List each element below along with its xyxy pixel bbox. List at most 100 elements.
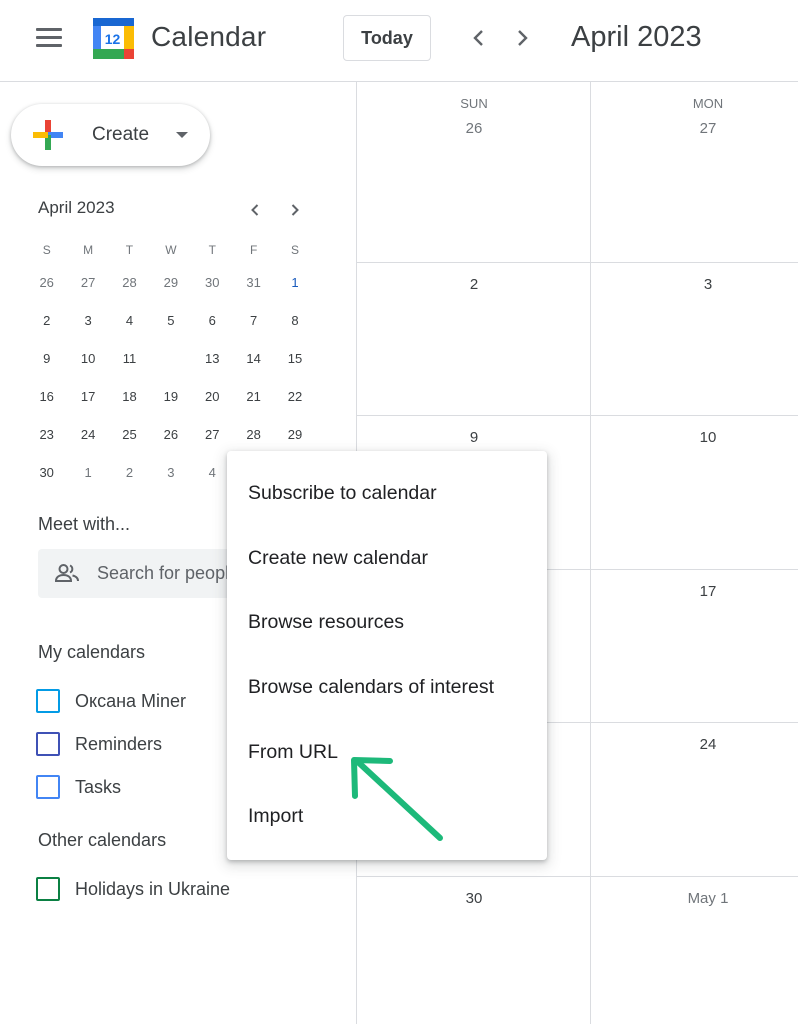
weekday-label: F bbox=[249, 243, 258, 257]
month-day-cell[interactable]: 2 bbox=[434, 276, 514, 293]
day-name-sun: SUN bbox=[460, 96, 488, 111]
mini-chevron-right-icon[interactable] bbox=[285, 200, 305, 220]
weekday-label: M bbox=[83, 243, 94, 257]
mini-day-26[interactable]: 26 bbox=[150, 419, 191, 451]
day-name-mon: MON bbox=[692, 96, 724, 111]
month-day-cell[interactable]: 27 bbox=[668, 120, 748, 137]
row-divider bbox=[357, 415, 798, 416]
calendar-checkbox[interactable] bbox=[36, 877, 60, 901]
column-divider bbox=[590, 82, 591, 1024]
month-day-cell[interactable]: 10 bbox=[668, 429, 748, 446]
mini-day-adjacent-31[interactable]: 31 bbox=[233, 267, 274, 299]
mini-day-8[interactable]: 8 bbox=[274, 305, 315, 337]
mini-day-15[interactable]: 15 bbox=[274, 343, 315, 375]
mini-day-28[interactable]: 28 bbox=[233, 419, 274, 451]
mini-day-9[interactable]: 9 bbox=[26, 343, 67, 375]
weekday-label: S bbox=[291, 243, 300, 257]
mini-day-25[interactable]: 25 bbox=[109, 419, 150, 451]
mini-day-14[interactable]: 14 bbox=[233, 343, 274, 375]
mini-day-adjacent-27[interactable]: 27 bbox=[67, 267, 108, 299]
calendar-item-holidays-in-ukraine[interactable]: Holidays in Ukraine bbox=[36, 876, 230, 902]
main-menu-icon[interactable] bbox=[36, 28, 62, 48]
row-divider bbox=[357, 262, 798, 263]
mini-calendar-title: April 2023 bbox=[38, 198, 115, 217]
create-label: Create bbox=[92, 124, 150, 145]
search-people-placeholder: Search for people bbox=[97, 563, 240, 583]
chevron-right-icon[interactable] bbox=[510, 26, 534, 50]
mini-day-adjacent-1[interactable]: 1 bbox=[67, 457, 108, 489]
mini-day-19[interactable]: 19 bbox=[150, 381, 191, 413]
current-month-title: April 2023 bbox=[571, 21, 702, 53]
menu-item-browse-resources[interactable]: Browse resources bbox=[227, 590, 547, 655]
weekday-label: S bbox=[42, 243, 51, 257]
calendar-label: Оксана Miner bbox=[75, 690, 187, 711]
month-day-cell[interactable]: 3 bbox=[668, 276, 748, 293]
mini-day-13[interactable]: 13 bbox=[192, 343, 233, 375]
calendar-checkbox[interactable] bbox=[36, 775, 60, 799]
weekday-label: T bbox=[125, 243, 134, 257]
month-day-cell[interactable]: 26 bbox=[434, 120, 514, 137]
calendar-item-оксана-miner[interactable]: Оксана Miner bbox=[36, 688, 186, 714]
chevron-left-icon[interactable] bbox=[467, 26, 491, 50]
mini-day-20[interactable]: 20 bbox=[192, 381, 233, 413]
mini-day-4[interactable]: 4 bbox=[109, 305, 150, 337]
mini-day-30[interactable]: 30 bbox=[26, 457, 67, 489]
mini-day-adjacent-26[interactable]: 26 bbox=[26, 267, 67, 299]
month-day-cell[interactable]: 9 bbox=[434, 429, 514, 446]
month-day-cell[interactable]: 30 bbox=[434, 890, 514, 907]
calendar-logo-icon: 12 bbox=[93, 18, 134, 59]
mini-day-7[interactable]: 7 bbox=[233, 305, 274, 337]
today-button[interactable]: Today bbox=[343, 15, 431, 61]
calendar-label: Tasks bbox=[75, 776, 122, 797]
menu-item-browse-calendars-of-interest[interactable]: Browse calendars of interest bbox=[227, 655, 547, 720]
calendar-label: Holidays in Ukraine bbox=[75, 878, 231, 899]
mini-day-3[interactable]: 3 bbox=[67, 305, 108, 337]
meet-with-title: Meet with... bbox=[38, 514, 131, 534]
mini-day-adjacent-2[interactable]: 2 bbox=[109, 457, 150, 489]
calendar-label: Reminders bbox=[75, 733, 163, 754]
mini-day-17[interactable]: 17 bbox=[67, 381, 108, 413]
mini-day-11[interactable]: 11 bbox=[109, 343, 150, 375]
people-icon bbox=[54, 564, 79, 582]
other-calendars-title: Other calendars bbox=[38, 830, 167, 850]
plus-icon bbox=[33, 120, 63, 150]
row-divider bbox=[357, 876, 798, 877]
mini-day-16[interactable]: 16 bbox=[26, 381, 67, 413]
mini-day-24[interactable]: 24 bbox=[67, 419, 108, 451]
mini-day-12[interactable]: 12 bbox=[150, 343, 191, 375]
mini-chevron-left-icon[interactable] bbox=[245, 200, 265, 220]
mini-day-adjacent-3[interactable]: 3 bbox=[150, 457, 191, 489]
mini-day-5[interactable]: 5 bbox=[150, 305, 191, 337]
mini-day-adjacent-28[interactable]: 28 bbox=[109, 267, 150, 299]
annotation-arrow-icon bbox=[351, 757, 443, 841]
mini-day-1[interactable]: 1 bbox=[274, 267, 315, 299]
calendar-checkbox[interactable] bbox=[36, 732, 60, 756]
mini-day-adjacent-29[interactable]: 29 bbox=[150, 267, 191, 299]
calendar-item-tasks[interactable]: Tasks bbox=[36, 774, 121, 800]
mini-day-21[interactable]: 21 bbox=[233, 381, 274, 413]
month-day-cell[interactable]: May 1 bbox=[668, 890, 748, 907]
weekday-label: W bbox=[165, 243, 177, 257]
mini-day-2[interactable]: 2 bbox=[26, 305, 67, 337]
mini-day-18[interactable]: 18 bbox=[109, 381, 150, 413]
mini-day-22[interactable]: 22 bbox=[274, 381, 315, 413]
mini-day-10[interactable]: 10 bbox=[67, 343, 108, 375]
mini-day-6[interactable]: 6 bbox=[192, 305, 233, 337]
my-calendars-title: My calendars bbox=[38, 642, 146, 662]
menu-item-subscribe-to-calendar[interactable]: Subscribe to calendar bbox=[227, 461, 547, 526]
create-button[interactable]: Create bbox=[11, 104, 210, 166]
menu-item-create-new-calendar[interactable]: Create new calendar bbox=[227, 526, 547, 591]
mini-day-adjacent-30[interactable]: 30 bbox=[192, 267, 233, 299]
calendar-checkbox[interactable] bbox=[36, 689, 60, 713]
app-title: Calendar bbox=[151, 21, 267, 52]
month-day-cell[interactable]: 24 bbox=[668, 736, 748, 753]
weekday-label: T bbox=[208, 243, 216, 257]
top-header: 12 Calendar Today April 2023 bbox=[0, 0, 798, 82]
caret-down-icon bbox=[176, 132, 188, 138]
mini-day-23[interactable]: 23 bbox=[26, 419, 67, 451]
mini-day-29[interactable]: 29 bbox=[274, 419, 315, 451]
svg-text:12: 12 bbox=[105, 31, 121, 47]
month-day-cell[interactable]: 17 bbox=[668, 583, 748, 600]
mini-day-27[interactable]: 27 bbox=[192, 419, 233, 451]
calendar-item-reminders[interactable]: Reminders bbox=[36, 731, 162, 757]
